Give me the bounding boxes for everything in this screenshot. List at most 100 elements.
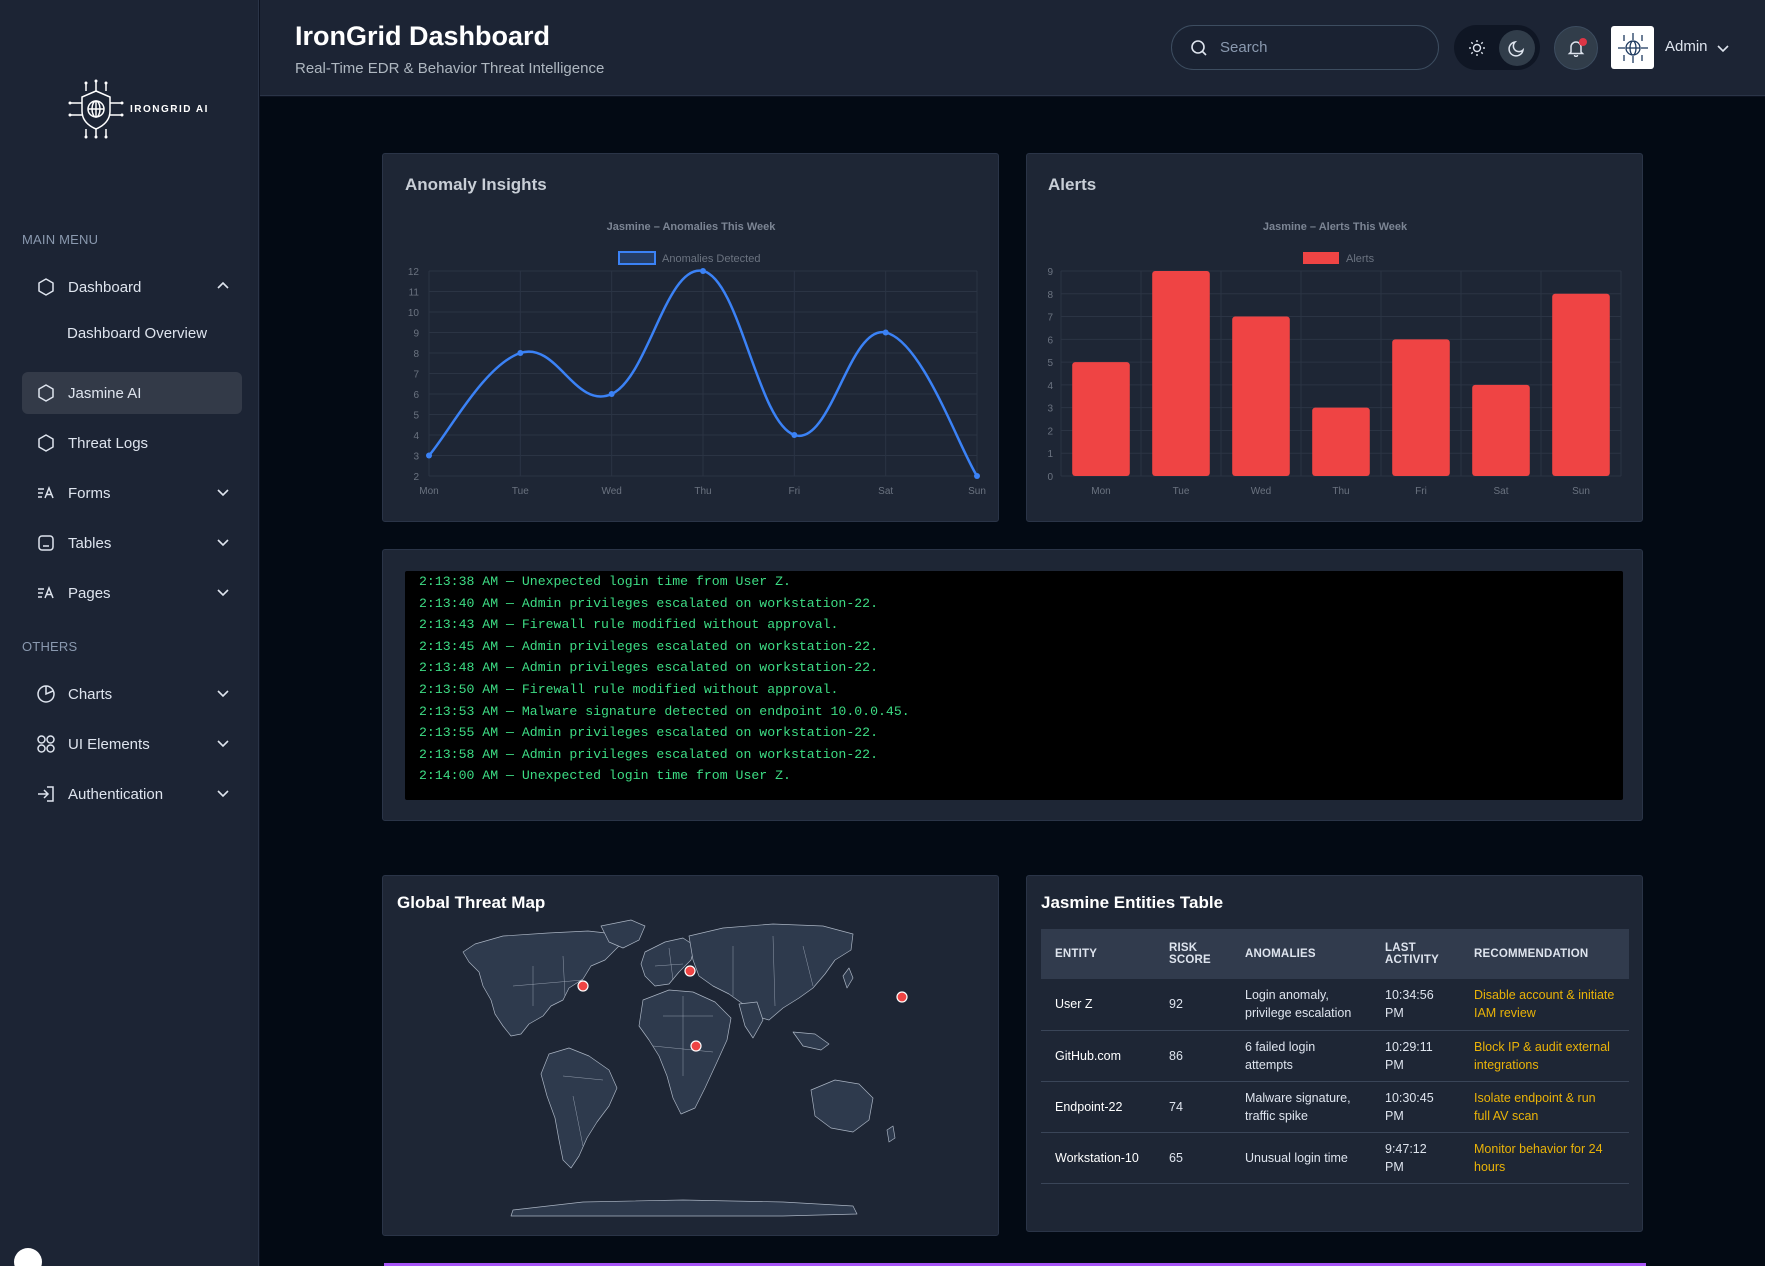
cell-recommendation[interactable]: Isolate endpoint & run full AV scan <box>1460 1081 1629 1133</box>
sidebar-subitem-dashboard-overview[interactable]: Dashboard Overview <box>67 325 207 342</box>
bar[interactable] <box>1072 362 1130 476</box>
pages-icon <box>36 583 56 603</box>
dark-mode-button[interactable] <box>1499 29 1535 66</box>
x-tick-label: Wed <box>601 486 621 497</box>
x-tick-label: Sat <box>1493 486 1508 497</box>
cell-recommendation[interactable]: Monitor behavior for 24 hours <box>1460 1132 1629 1184</box>
x-tick-label: Sat <box>878 486 893 497</box>
sidebar-item-jasmine-ai[interactable]: Jasmine AI <box>22 372 242 414</box>
alerts-bar-chart: Jasmine – Alerts This Week Alerts 0 1 2 3 4 5… <box>1047 221 1622 497</box>
gridlines <box>428 270 978 477</box>
x-tick-label: Mon <box>419 486 438 497</box>
top-header: IronGrid Dashboard Real-Time EDR & Behav… <box>260 0 1765 96</box>
data-point[interactable] <box>974 473 980 479</box>
data-point[interactable] <box>608 391 615 397</box>
search-box[interactable] <box>1171 25 1439 70</box>
cell-recommendation[interactable]: Block IP & audit external integrations <box>1460 1030 1629 1082</box>
cell-anomalies: 6 failed login attempts <box>1231 1030 1371 1082</box>
x-tick-label: Fri <box>788 486 800 497</box>
southeast-asia-islands <box>792 1031 830 1051</box>
cell-anomalies: Unusual login time <box>1231 1132 1371 1184</box>
column-header-entity[interactable]: ENTITY <box>1041 929 1155 979</box>
anomaly-insights-card: Anomaly Insights Jasmine – Anomalies Thi… <box>382 153 999 522</box>
bar[interactable] <box>1392 339 1450 476</box>
page-subtitle: Real-Time EDR & Behavior Threat Intellig… <box>295 60 605 77</box>
login-icon <box>36 784 56 804</box>
alerts-card: Alerts Jasmine – Alerts This Week Alerts… <box>1026 153 1643 522</box>
x-tick-label: Tue <box>512 486 529 497</box>
y-tick-label: 1 <box>1047 449 1053 460</box>
sidebar-item-ui-elements[interactable]: UI Elements <box>22 723 242 765</box>
data-point[interactable] <box>517 350 524 356</box>
irongrid-logo[interactable]: IRONGRID AI <box>66 76 216 142</box>
legend-label: Anomalies Detected <box>662 253 760 265</box>
column-header-recommendation[interactable]: RECOMMENDATION <box>1460 929 1629 979</box>
y-tick-label: 6 <box>1047 335 1053 346</box>
sidebar: IRONGRID AI MAIN MENU Dashboard Dashboar… <box>0 0 259 1266</box>
avatar[interactable] <box>1611 26 1654 69</box>
sidebar-item-charts[interactable]: Charts <box>22 673 242 715</box>
log-console[interactable]: 2:13:38 AM — Unexpected login time from … <box>405 571 1623 800</box>
sidebar-item-label: Jasmine AI <box>68 384 142 402</box>
x-tick-label: Wed <box>1251 486 1271 497</box>
y-tick-label: 7 <box>413 370 419 381</box>
sidebar-item-pages[interactable]: Pages <box>22 572 242 614</box>
bar[interactable] <box>1552 293 1610 476</box>
chevron-down-icon <box>217 489 229 497</box>
threat-marker <box>684 965 696 977</box>
bar[interactable] <box>1152 271 1210 476</box>
chevron-down-icon <box>217 539 229 547</box>
table-row[interactable]: Endpoint-22 74 Malware signature, traffi… <box>1041 1081 1629 1133</box>
main-content: Anomaly Insights Jasmine – Anomalies Thi… <box>260 97 1765 1266</box>
card-title: Jasmine Entities Table <box>1041 893 1224 912</box>
sidebar-item-threat-logs[interactable]: Threat Logs <box>22 422 242 464</box>
log-line: 2:13:53 AM — Malware signature detected … <box>419 703 910 719</box>
y-tick-label: 6 <box>413 390 419 401</box>
sidebar-item-authentication[interactable]: Authentication <box>22 773 242 815</box>
threat-marker <box>577 980 589 992</box>
cell-risk-score: 92 <box>1155 979 1231 1031</box>
data-point[interactable] <box>882 329 889 336</box>
cell-recommendation[interactable]: Disable account & initiate IAM review <box>1460 979 1629 1031</box>
sidebar-item-label: Pages <box>68 584 111 602</box>
data-point[interactable] <box>791 432 798 438</box>
tables-icon <box>36 533 56 553</box>
sidebar-item-label: UI Elements <box>68 735 150 753</box>
floating-action-button[interactable] <box>14 1248 42 1266</box>
theme-toggle[interactable] <box>1454 25 1540 70</box>
chevron-down-icon[interactable] <box>1716 41 1730 55</box>
table-row[interactable]: User Z 92 Login anomaly, privilege escal… <box>1041 979 1629 1031</box>
column-header-risk-score[interactable]: RISK SCORE <box>1155 929 1231 979</box>
log-line: 2:13:58 AM — Admin privileges escalated … <box>419 746 878 762</box>
logs-icon <box>36 433 56 453</box>
sidebar-item-label: Tables <box>68 534 112 552</box>
data-point[interactable] <box>426 452 432 459</box>
log-line: 2:13:50 AM — Firewall rule modified with… <box>419 681 839 697</box>
column-header-last-activity[interactable]: LAST ACTIVITY <box>1371 929 1460 979</box>
sidebar-item-dashboard[interactable]: Dashboard <box>22 266 242 308</box>
bar[interactable] <box>1232 316 1290 476</box>
column-header-anomalies[interactable]: ANOMALIES <box>1231 929 1371 979</box>
light-mode-button[interactable] <box>1459 30 1495 66</box>
world-map[interactable] <box>383 876 1000 1237</box>
chart-title: Jasmine – Alerts This Week <box>1263 221 1408 233</box>
bar[interactable] <box>1312 407 1370 476</box>
notifications-button[interactable] <box>1554 26 1598 70</box>
table-row[interactable]: GitHub.com 86 6 failed login attempts 10… <box>1041 1030 1629 1082</box>
cell-entity: Workstation-10 <box>1041 1132 1155 1184</box>
avatar-logo-icon <box>1617 32 1648 63</box>
sidebar-item-tables[interactable]: Tables <box>22 522 242 564</box>
cell-risk-score: 65 <box>1155 1132 1231 1184</box>
search-input[interactable] <box>1220 39 1420 56</box>
data-point[interactable] <box>700 268 706 274</box>
bar[interactable] <box>1472 384 1530 476</box>
y-tick-label: 9 <box>413 329 419 340</box>
sidebar-item-forms[interactable]: Forms <box>22 472 242 514</box>
cell-anomalies: Malware signature, traffic spike <box>1231 1081 1371 1133</box>
x-tick-label: Sun <box>968 486 986 497</box>
search-icon <box>1191 39 1207 56</box>
x-tick-label: Thu <box>694 486 711 497</box>
cell-entity: GitHub.com <box>1041 1030 1155 1082</box>
user-name[interactable]: Admin <box>1665 38 1708 55</box>
table-row[interactable]: Workstation-10 65 Unusual login time 9:4… <box>1041 1132 1629 1184</box>
